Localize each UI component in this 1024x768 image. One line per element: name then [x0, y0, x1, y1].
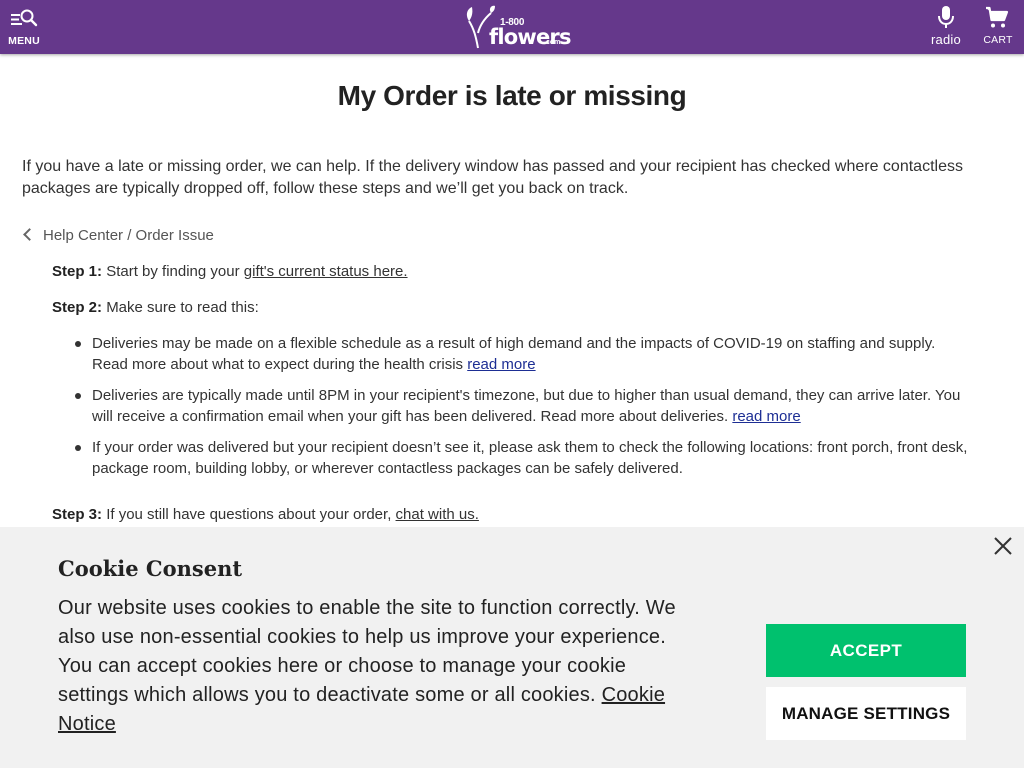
menu-label: MENU [8, 35, 40, 47]
list-item: Deliveries are typically made until 8PM … [75, 385, 968, 427]
site-logo[interactable]: 1-800 flowers .com [466, 5, 571, 49]
cookie-body: Our website uses cookies to enable the s… [58, 597, 676, 706]
step-2: Step 2: Make sure to read this: [52, 299, 259, 316]
microphone-icon [938, 6, 954, 28]
breadcrumb[interactable]: Help Center / Order Issue [22, 227, 214, 244]
bullet-text: Deliveries are typically made until 8PM … [92, 387, 961, 425]
close-icon[interactable] [992, 535, 1014, 557]
step-1: Step 1: Start by finding your gift's cur… [52, 263, 408, 280]
gift-status-link[interactable]: gift's current status here. [244, 263, 408, 280]
step-3-label: Step 3: [52, 506, 103, 523]
list-item: If your order was delivered but your rec… [75, 437, 968, 479]
bullet-text: If your order was delivered but your rec… [92, 439, 968, 477]
step-2-bullet-list: Deliveries may be made on a flexible sch… [75, 333, 968, 489]
step-3-text: If you still have questions about your o… [106, 506, 392, 523]
site-header: MENU 1-800 flowers .com radio CART [0, 0, 1024, 54]
step-2-text: Make sure to read this: [106, 299, 259, 316]
cookie-text: Our website uses cookies to enable the s… [58, 594, 698, 739]
cart-button[interactable]: CART [978, 0, 1018, 54]
menu-search-icon [11, 9, 38, 27]
intro-text: If you have a late or missing order, we … [22, 158, 963, 197]
step-2-label: Step 2: [52, 299, 103, 316]
radio-label: radio [931, 32, 961, 47]
cart-icon [986, 6, 1009, 28]
deliveries-read-more-link[interactable]: read more [732, 408, 800, 425]
logo-tld: .com [544, 39, 561, 46]
chat-link[interactable]: chat with us. [396, 506, 479, 523]
cookie-title: Cookie Consent [58, 556, 243, 581]
radio-button[interactable]: radio [924, 0, 968, 54]
covid-read-more-link[interactable]: read more [467, 356, 535, 373]
accept-button[interactable]: ACCEPT [766, 624, 966, 677]
step-3: Step 3: If you still have questions abou… [52, 506, 479, 523]
chevron-left-icon [23, 228, 36, 241]
list-item: Deliveries may be made on a flexible sch… [75, 333, 968, 375]
breadcrumb-text: Help Center / Order Issue [43, 227, 214, 244]
step-1-label: Step 1: [52, 263, 103, 280]
menu-button[interactable]: MENU [4, 0, 44, 54]
manage-settings-button[interactable]: MANAGE SETTINGS [766, 687, 966, 740]
cart-label: CART [983, 34, 1013, 46]
page-title: My Order is late or missing [337, 80, 687, 111]
step-1-text: Start by finding your [106, 263, 240, 280]
